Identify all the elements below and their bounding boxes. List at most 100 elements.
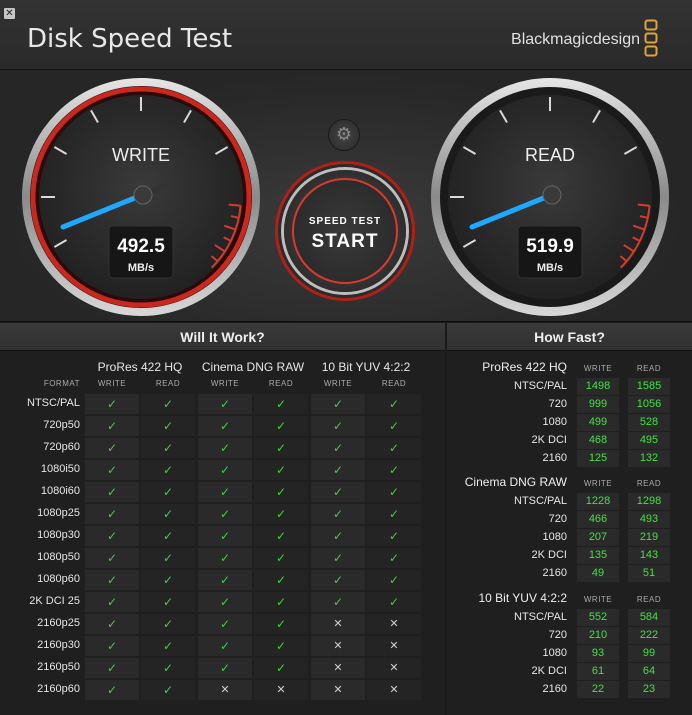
check-icon: ✓ (254, 460, 308, 480)
check-icon: ✓ (85, 592, 139, 612)
write-speed-cell: 499 (577, 414, 619, 431)
resolution-label: 2K DCI (531, 665, 567, 677)
check-icon: ✓ (367, 570, 421, 590)
column-header: READ (381, 379, 407, 388)
read-gauge-label: READ (525, 145, 575, 165)
format-label: 2160p25 (37, 617, 80, 629)
cross-icon: ✕ (367, 614, 421, 634)
write-gauge: WRITE 492.5 MB/s (22, 78, 260, 316)
column-header: WRITE (97, 379, 127, 388)
read-speed-cell: 493 (628, 511, 670, 528)
column-header: WRITE (323, 379, 353, 388)
cross-icon: ✕ (311, 680, 365, 700)
check-icon: ✓ (254, 592, 308, 612)
check-icon: ✓ (141, 526, 195, 546)
cross-icon: ✕ (367, 658, 421, 678)
check-icon: ✓ (367, 526, 421, 546)
brand-name: Blackmagicdesign (511, 31, 640, 48)
resolution-label: NTSC/PAL (514, 611, 567, 623)
check-icon: ✓ (198, 394, 252, 414)
format-header: FORMAT (43, 379, 80, 388)
check-icon: ✓ (198, 438, 252, 458)
write-speed-cell: 1228 (577, 493, 619, 510)
read-speed-cell: 132 (628, 450, 670, 467)
write-column-header: WRITE (583, 479, 613, 488)
read-speed-cell: 23 (628, 681, 670, 698)
check-icon: ✓ (141, 438, 195, 458)
check-icon: ✓ (311, 548, 365, 568)
format-label: 2160p30 (37, 639, 80, 651)
write-column-header: WRITE (583, 595, 613, 604)
check-icon: ✓ (254, 394, 308, 414)
format-label: 1080p60 (37, 573, 80, 585)
check-icon: ✓ (198, 658, 252, 678)
read-speed-cell: 51 (628, 565, 670, 582)
format-label: 2160p60 (37, 683, 80, 695)
check-icon: ✓ (254, 636, 308, 656)
read-speed-cell: 1056 (628, 396, 670, 413)
speed-section-title: ProRes 422 HQ (482, 360, 567, 374)
check-icon: ✓ (311, 504, 365, 524)
check-icon: ✓ (198, 460, 252, 480)
read-speed-cell: 495 (628, 432, 670, 449)
check-icon: ✓ (198, 570, 252, 590)
check-icon: ✓ (254, 438, 308, 458)
write-speed-cell: 468 (577, 432, 619, 449)
speed-section-title: 10 Bit YUV 4:2:2 (478, 591, 568, 605)
close-icon[interactable]: ✕ (4, 8, 15, 19)
group-title: 10 Bit YUV 4:2:2 (321, 360, 411, 374)
check-icon: ✓ (85, 526, 139, 546)
write-speed-cell: 466 (577, 511, 619, 528)
check-icon: ✓ (141, 614, 195, 634)
check-icon: ✓ (85, 548, 139, 568)
check-icon: ✓ (85, 614, 139, 634)
read-speed-cell: 1585 (628, 378, 670, 395)
check-icon: ✓ (254, 570, 308, 590)
start-button[interactable]: SPEED TEST START (284, 170, 406, 292)
will-it-work-panel: Will It Work? ProRes 422 HQ WRITE READ Cine… (0, 323, 445, 715)
write-speed-cell: 210 (577, 627, 619, 644)
check-icon: ✓ (85, 394, 139, 414)
read-column-header: READ (636, 479, 662, 488)
resolution-label: NTSC/PAL (514, 380, 567, 392)
check-icon: ✓ (367, 394, 421, 414)
check-icon: ✓ (311, 526, 365, 546)
how-fast-panel: How Fast? ProRes 422 HQ WRITE READ NTSC/PAL… (447, 323, 692, 715)
check-icon: ✓ (367, 548, 421, 568)
group-title: ProRes 422 HQ (97, 360, 183, 374)
check-icon: ✓ (141, 658, 195, 678)
start-button-caption: SPEED TEST (308, 216, 382, 227)
check-icon: ✓ (198, 416, 252, 436)
check-icon: ✓ (85, 658, 139, 678)
cross-icon: ✕ (198, 680, 252, 700)
will-it-work-title: Will It Work? (0, 323, 445, 351)
check-icon: ✓ (367, 482, 421, 502)
format-label: 720p60 (43, 441, 80, 453)
column-header: WRITE (210, 379, 240, 388)
format-label: 1080i50 (40, 463, 80, 475)
group-title: Cinema DNG RAW (201, 360, 305, 374)
format-label: 720p50 (43, 419, 80, 431)
check-icon: ✓ (141, 570, 195, 590)
check-icon: ✓ (85, 504, 139, 524)
settings-button[interactable]: ⚙ (328, 119, 360, 151)
check-icon: ✓ (367, 460, 421, 480)
check-icon: ✓ (311, 460, 365, 480)
write-speed-value: 492.5 (117, 236, 165, 257)
check-icon: ✓ (367, 438, 421, 458)
check-icon: ✓ (254, 526, 308, 546)
check-icon: ✓ (198, 614, 252, 634)
write-speed-cell: 22 (577, 681, 619, 698)
app-title: Disk Speed Test (27, 24, 233, 54)
check-icon: ✓ (85, 460, 139, 480)
cross-icon: ✕ (254, 680, 308, 700)
check-icon: ✓ (85, 438, 139, 458)
check-icon: ✓ (254, 614, 308, 634)
resolution-label: 720 (548, 398, 567, 410)
check-icon: ✓ (198, 548, 252, 568)
write-speed-cell: 207 (577, 529, 619, 546)
read-speed-cell: 99 (628, 645, 670, 662)
check-icon: ✓ (141, 460, 195, 480)
format-label: 2K DCI 25 (29, 595, 80, 607)
write-speed-cell: 1498 (577, 378, 619, 395)
